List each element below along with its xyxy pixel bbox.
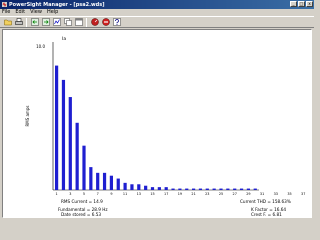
harmonic-bar-15 <box>150 187 155 190</box>
stop-button[interactable] <box>101 18 110 27</box>
harmonic-bar-19 <box>178 188 182 190</box>
x-tick-label: 3 <box>69 192 71 196</box>
title-bar: PowerSight Manager - [psa2.wds] _ □ x <box>0 0 314 9</box>
date-stored-label: Date stored = 6.53 <box>61 212 102 217</box>
menu-view[interactable]: View <box>30 9 42 16</box>
stop-icon <box>101 18 110 26</box>
harmonic-bar-5 <box>82 145 86 190</box>
forward-button[interactable] <box>41 18 50 27</box>
current-thd-label: Current THD = 158.63% <box>240 199 291 204</box>
x-tick-label: 5 <box>83 192 85 196</box>
harmonic-bar-26 <box>226 188 230 190</box>
harmonic-bar-18 <box>171 188 175 190</box>
x-tick-label: 23 <box>205 192 209 196</box>
chart-panel: 1357911131517192123252729313335373941434… <box>2 29 312 218</box>
harmonic-bar-24 <box>212 188 216 190</box>
x-tick-label: 37 <box>301 192 305 196</box>
harmonic-bar-9 <box>109 175 113 190</box>
print-button[interactable] <box>14 18 23 27</box>
harmonic-bar-23 <box>205 188 209 190</box>
harmonic-bar-16 <box>157 187 161 190</box>
harmonic-bar-7 <box>96 172 100 190</box>
meter-icon <box>90 18 99 26</box>
maximize-button[interactable]: □ <box>298 1 305 7</box>
window-title: PowerSight Manager - [psa2.wds] <box>9 1 105 8</box>
x-tick-label: 31 <box>260 192 264 196</box>
x-tick-label: 11 <box>123 192 127 196</box>
x-tick-label: 9 <box>110 192 112 196</box>
x-tick-label: 15 <box>150 192 154 196</box>
harmonics-chart: 1357911131517192123252729313335373941434… <box>25 36 306 196</box>
harmonic-bar-1 <box>55 65 59 190</box>
minimize-button[interactable]: _ <box>290 1 297 7</box>
harmonic-bar-20 <box>185 188 189 190</box>
harmonic-bar-10 <box>116 178 120 190</box>
harmonic-bar-4 <box>75 122 79 190</box>
toolbar <box>0 16 314 28</box>
menu-bar: File Edit View Help <box>0 9 314 16</box>
harmonic-bar-22 <box>198 188 203 190</box>
harmonic-bar-17 <box>164 187 168 190</box>
help-icon <box>112 18 121 26</box>
crest-factor-label: Crest F. = 6.81 <box>251 212 282 217</box>
x-tick-label: 25 <box>219 192 223 196</box>
harmonic-bar-25 <box>219 188 223 190</box>
x-tick-label: 13 <box>137 192 141 196</box>
x-tick-label: 33 <box>274 192 278 196</box>
x-tick-label: 21 <box>191 192 195 196</box>
copy-icon <box>63 18 72 26</box>
window-button[interactable] <box>74 18 83 27</box>
forward-icon <box>41 18 50 26</box>
open-button[interactable] <box>3 18 12 27</box>
toolbar-separator <box>26 17 27 27</box>
graph-button[interactable] <box>52 18 61 27</box>
back-button[interactable] <box>30 18 39 27</box>
open-icon <box>3 19 12 26</box>
window-controls: _ □ x <box>290 1 313 7</box>
harmonic-bar-8 <box>102 172 107 190</box>
x-tick-label: 1 <box>56 192 58 196</box>
harmonic-bar-2 <box>61 79 66 190</box>
legend-series-label: Ia <box>62 36 66 42</box>
menu-file[interactable]: File <box>2 9 10 16</box>
graph-icon <box>52 18 61 26</box>
x-tick-label: 29 <box>246 192 250 196</box>
x-tick-label: 27 <box>233 192 237 196</box>
harmonic-bar-28 <box>239 188 244 190</box>
harmonic-bar-3 <box>68 97 72 190</box>
rms-current-label: RMS Current = 14.9 <box>61 199 103 204</box>
copy-button[interactable] <box>63 18 72 27</box>
x-tick-label: 7 <box>97 192 99 196</box>
x-tick-label: 35 <box>287 192 291 196</box>
x-tick-label: 17 <box>164 192 168 196</box>
harmonic-bar-29 <box>246 188 250 190</box>
harmonic-bar-12 <box>130 184 134 190</box>
harmonic-bar-13 <box>137 184 141 190</box>
y-tick-top: 10.0 <box>36 44 45 49</box>
harmonic-bar-14 <box>144 185 148 190</box>
harmonic-bar-21 <box>192 188 196 190</box>
toolbar-separator <box>86 17 87 27</box>
x-tick-group: 1357911131517192123252729313335373941434… <box>56 192 306 196</box>
meter-button[interactable] <box>90 18 99 27</box>
help-button[interactable] <box>112 18 121 27</box>
close-button[interactable]: x <box>306 1 313 7</box>
back-icon <box>30 18 39 26</box>
harmonic-bar-11 <box>123 182 127 190</box>
harmonic-bar-30 <box>253 188 257 190</box>
menu-edit[interactable]: Edit <box>15 9 25 16</box>
print-icon <box>14 18 23 25</box>
window-icon <box>74 18 83 26</box>
app-icon <box>2 2 7 7</box>
bar-group <box>55 65 257 190</box>
harmonic-bar-27 <box>233 188 237 190</box>
harmonic-bar-6 <box>89 167 93 190</box>
y-axis-label: RMS amps <box>25 105 30 126</box>
x-tick-label: 19 <box>178 192 182 196</box>
menu-help[interactable]: Help <box>47 9 58 16</box>
